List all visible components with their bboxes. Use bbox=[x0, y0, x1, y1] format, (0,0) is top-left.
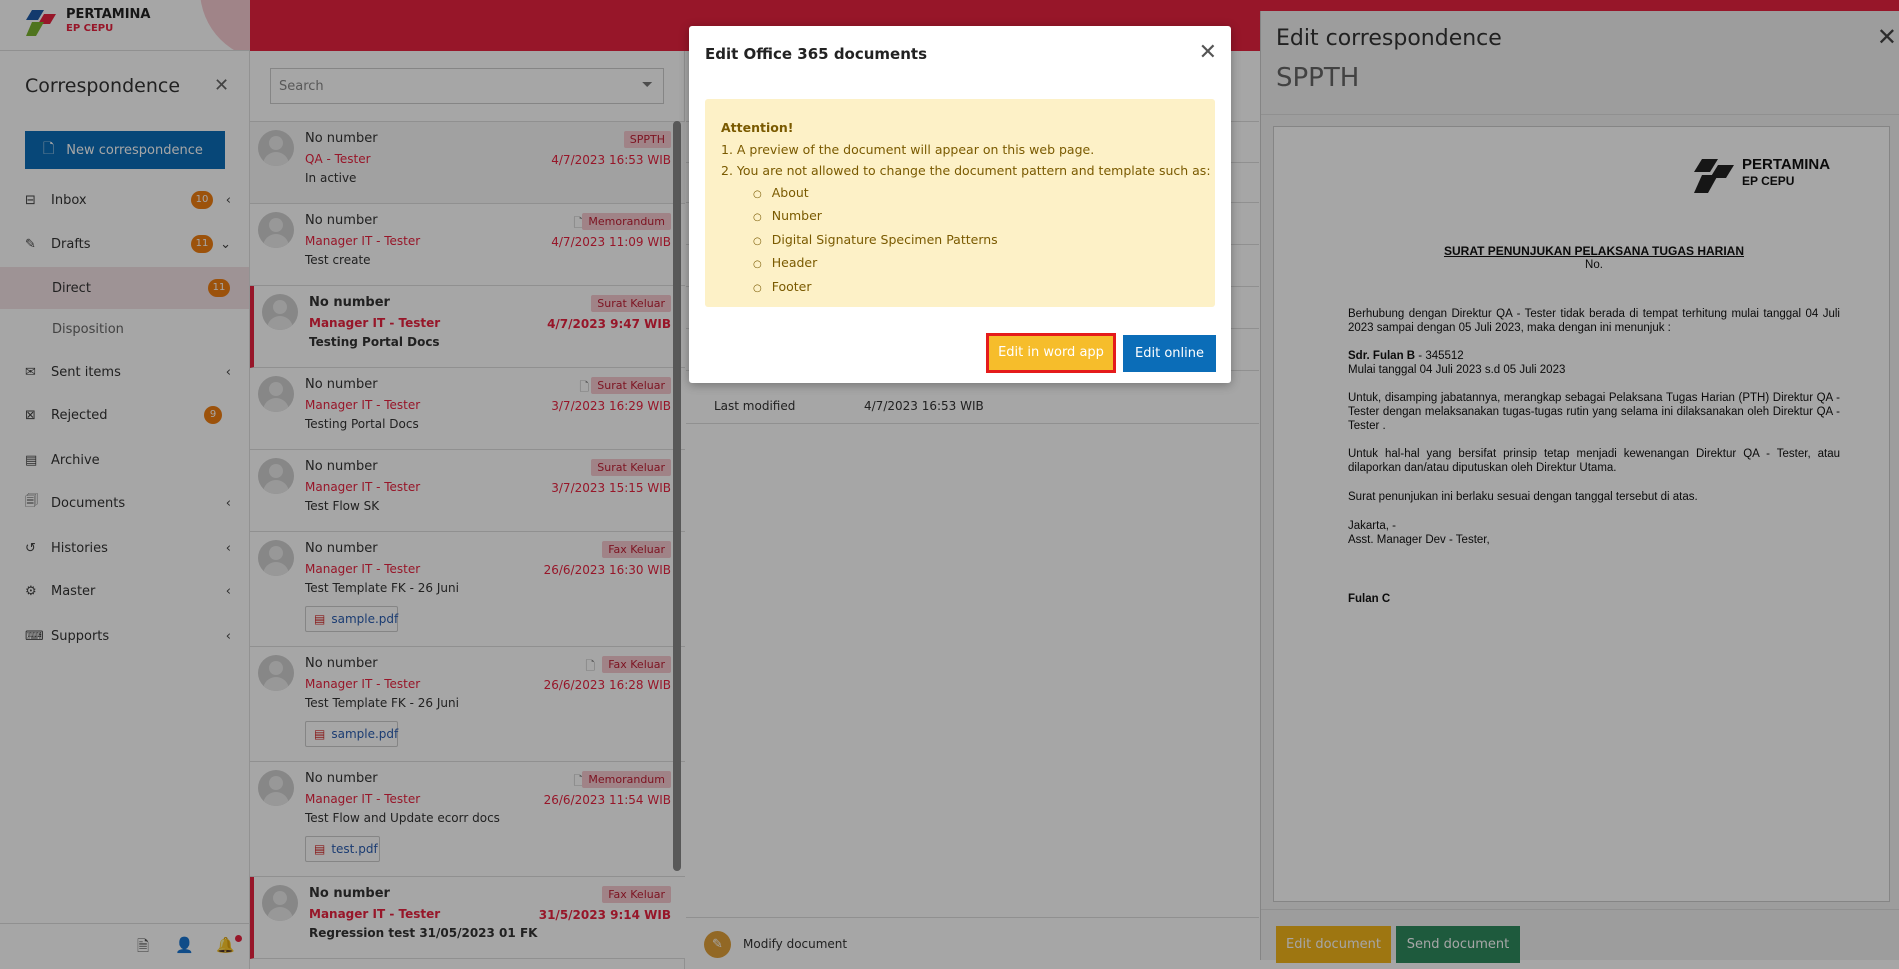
attention-heading: Attention! bbox=[721, 120, 794, 135]
edit-in-word-app-button[interactable]: Edit in word app bbox=[986, 333, 1116, 373]
template-element: Footer bbox=[753, 276, 1215, 300]
template-element: About bbox=[753, 182, 1215, 206]
template-element: Number bbox=[753, 205, 1215, 229]
attention-point: 1. A preview of the document will appear… bbox=[721, 141, 1095, 157]
attention-list: 1. A preview of the document will appear… bbox=[721, 139, 1215, 182]
dialog-title: Edit Office 365 documents bbox=[705, 45, 928, 63]
template-element: Header bbox=[753, 252, 1215, 276]
edit-office365-dialog: Edit Office 365 documents ✕ Attention! 1… bbox=[689, 26, 1231, 383]
template-elements-list: About Number Digital Signature Specimen … bbox=[721, 182, 1215, 300]
template-element: Digital Signature Specimen Patterns bbox=[753, 229, 1215, 253]
edit-online-button[interactable]: Edit online bbox=[1123, 335, 1216, 372]
close-icon[interactable]: ✕ bbox=[1199, 40, 1217, 65]
attention-alert: Attention! 1. A preview of the document … bbox=[705, 99, 1215, 307]
attention-point: 2. You are not allowed to change the doc… bbox=[721, 163, 1211, 178]
